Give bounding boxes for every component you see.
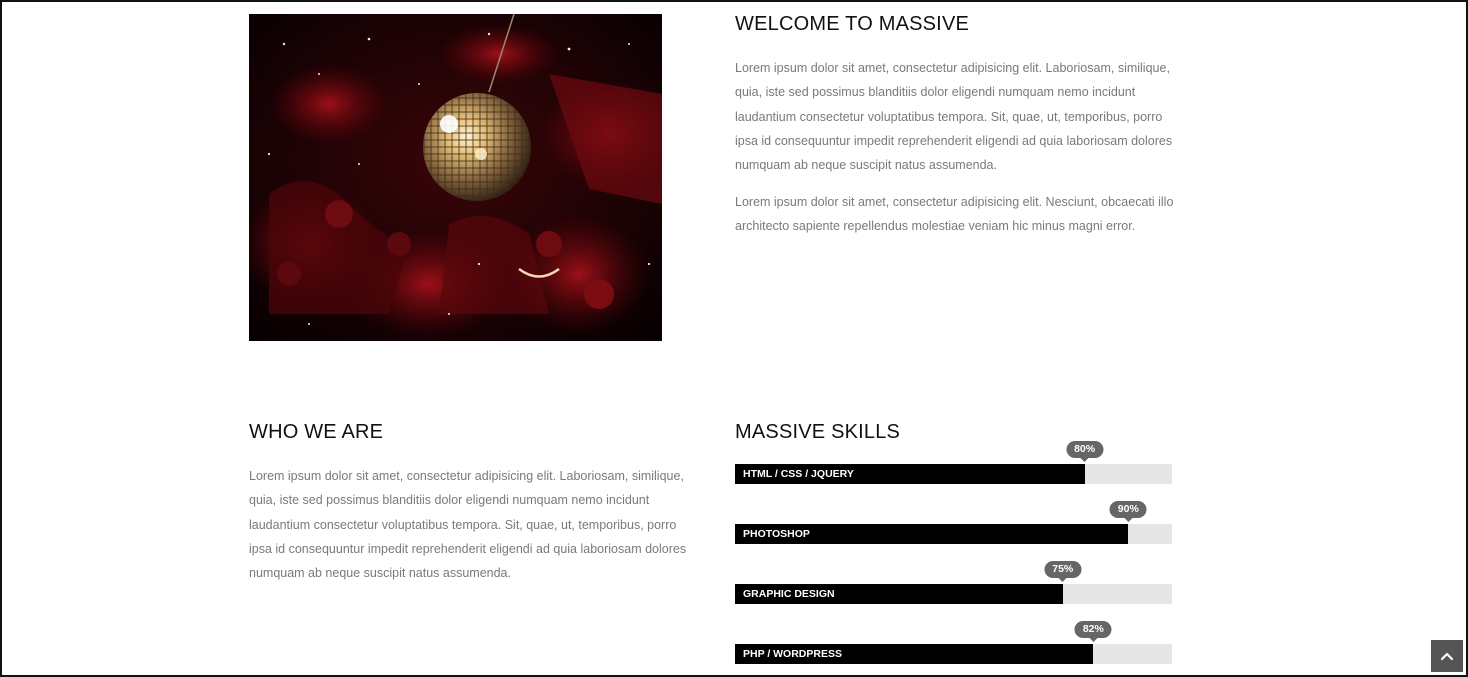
scroll-to-top-button[interactable] — [1431, 640, 1463, 672]
skill-label: PHOTOSHOP — [743, 528, 810, 540]
skill-percent-badge: 75% — [1044, 561, 1082, 582]
who-we-are-title: WHO WE ARE — [249, 421, 384, 443]
skill-bar-graphic-design: GRAPHIC DESIGN 75% — [735, 561, 1172, 604]
welcome-paragraph-2: Lorem ipsum dolor sit amet, consectetur … — [735, 195, 1174, 234]
skill-percent-badge: 82% — [1074, 621, 1112, 642]
disco-ball-image — [249, 14, 662, 341]
skill-percent-badge: 90% — [1109, 501, 1147, 522]
welcome-paragraph-1: Lorem ipsum dolor sit amet, consectetur … — [735, 61, 1173, 173]
chevron-up-icon — [1440, 652, 1454, 661]
skill-label: HTML / CSS / JQUERY — [743, 468, 854, 480]
page-frame — [0, 0, 1468, 677]
skill-bar-html-css-jquery: HTML / CSS / JQUERY 80% — [735, 441, 1172, 484]
welcome-title: WELCOME TO MASSIVE — [735, 13, 970, 35]
skill-bar-php-wordpress: PHP / WORDPRESS 82% — [735, 621, 1172, 664]
skill-bar-photoshop: PHOTOSHOP 90% — [735, 501, 1172, 544]
skills-title: MASSIVE SKILLS — [735, 421, 901, 443]
skill-label: PHP / WORDPRESS — [743, 648, 842, 660]
skill-label: GRAPHIC DESIGN — [743, 588, 835, 600]
who-we-are-paragraph: Lorem ipsum dolor sit amet, consectetur … — [249, 469, 687, 581]
skill-percent-badge: 80% — [1066, 441, 1104, 462]
